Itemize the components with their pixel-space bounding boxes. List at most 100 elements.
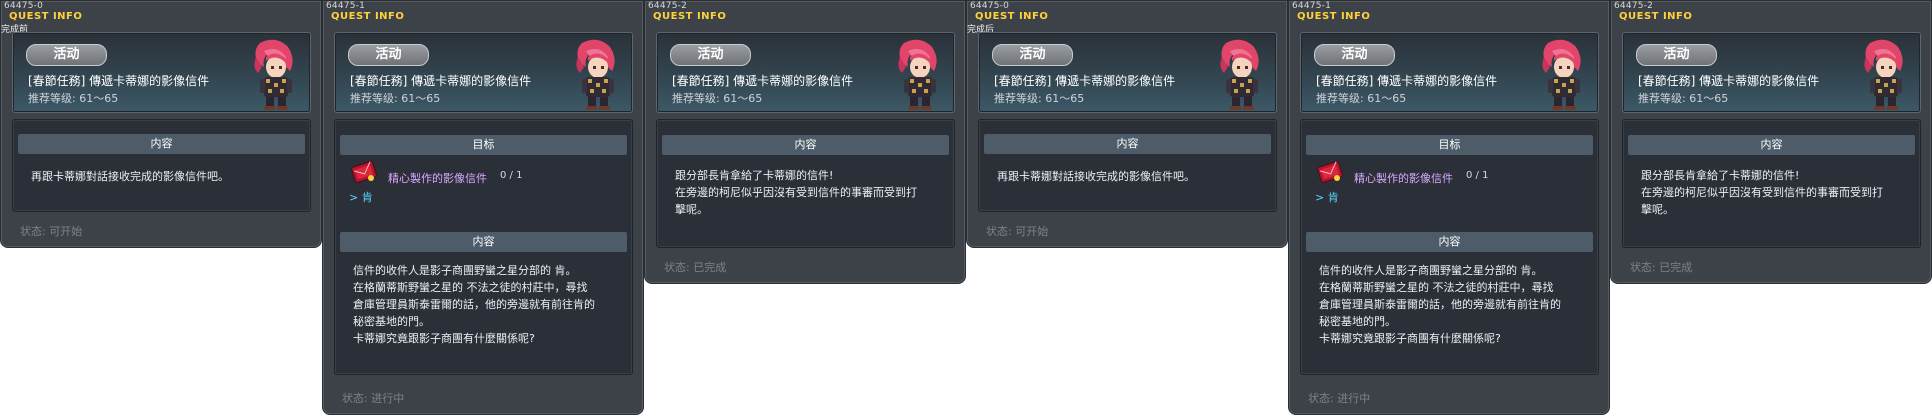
content-line: 信件的收件人是影子商團野蠻之星分部的 肯。 — [1319, 264, 1543, 277]
quest-panel: 64475-2 QUEST INFO 活动 [春節任務] 傳遞卡蒂娜的影像信件 … — [644, 0, 966, 284]
category-badge: 活动 — [1636, 44, 1717, 66]
quest-name: [春節任務] 傳遞卡蒂娜的影像信件 — [350, 74, 532, 88]
content-line: 信件的收件人是影子商團野蠻之星分部的 肯。 — [353, 264, 577, 277]
content-text: 再跟卡蒂娜對話接收完成的影像信件吧。 — [997, 168, 1267, 185]
goal-item-count: 0 / 1 — [1466, 170, 1489, 181]
quest-header: 活动 [春節任務] 傳遞卡蒂娜的影像信件 推荐等级: 61～65 — [12, 32, 311, 113]
quest-panel: 64475-0 QUEST INFO 完成后 活动 [春節任務] 傳遞卡蒂娜的影… — [966, 0, 1288, 248]
quest-header: 活动 [春節任務] 傳遞卡蒂娜的影像信件 推荐等级: 61～65 — [334, 32, 633, 113]
status-label: 状态: — [1308, 392, 1334, 405]
quest-status: 状态: 进行中 — [1308, 390, 1370, 406]
content-heading: 内容 — [1628, 135, 1915, 155]
content-line: 在格蘭蒂斯野蠻之星的 不法之徒的村莊中，尋找 — [1319, 281, 1554, 294]
goal-npc: > 肯 — [1315, 191, 1339, 204]
quest-header: 活动 [春節任務] 傳遞卡蒂娜的影像信件 推荐等级: 61～65 — [1300, 32, 1599, 113]
quest-name: [春節任務] 傳遞卡蒂娜的影像信件 — [1316, 74, 1498, 88]
level-range: 61～65 — [1689, 92, 1729, 105]
content-line: 倉庫管理員斯泰雷爾的話，他的旁邊就有前往肯的 — [1319, 298, 1561, 311]
quest-status: 状态: 可开始 — [986, 223, 1048, 239]
status-label: 状态: — [1630, 261, 1656, 274]
panel-title: QUEST INFO — [9, 11, 83, 22]
level-label: 推荐等级: — [28, 92, 76, 105]
content-box: 目标 精心製作的影像信件 0 / 1 > 肯 内容 信件的收件人是影子商團野蠻之… — [334, 119, 633, 375]
level-label: 推荐等级: — [1316, 92, 1364, 105]
character-portrait-icon — [254, 39, 293, 110]
level-label: 推荐等级: — [1638, 92, 1686, 105]
level-range: 61～65 — [1367, 92, 1407, 105]
level-range: 61～65 — [79, 92, 119, 105]
quest-id: 64475-0 — [4, 1, 44, 11]
content-text: 再跟卡蒂娜對話接收完成的影像信件吧。 — [31, 168, 301, 185]
recommended-level: 推荐等级: 61～65 — [1316, 90, 1406, 106]
status-value: 进行中 — [1337, 392, 1371, 405]
recommended-level: 推荐等级: 61～65 — [994, 90, 1084, 106]
quest-id: 64475-2 — [1614, 1, 1654, 11]
panel-title: QUEST INFO — [331, 11, 405, 22]
content-heading: 内容 — [662, 135, 949, 155]
quest-status: 状态: 进行中 — [342, 390, 404, 406]
content-text: 信件的收件人是影子商團野蠻之星分部的 肯。 在格蘭蒂斯野蠻之星的 不法之徒的村莊… — [353, 262, 623, 347]
content-line: 跟分部長肯拿給了卡蒂娜的信件! — [675, 169, 834, 182]
character-portrait-icon — [576, 39, 615, 110]
quest-name: [春節任務] 傳遞卡蒂娜的影像信件 — [1638, 74, 1820, 88]
status-value: 可开始 — [1015, 225, 1049, 238]
category-badge: 活动 — [26, 44, 107, 66]
quest-id: 64475-1 — [326, 1, 366, 11]
quest-name: [春節任務] 傳遞卡蒂娜的影像信件 — [28, 74, 210, 88]
content-line: 跟分部長肯拿給了卡蒂娜的信件! — [1641, 169, 1800, 182]
content-line: 秘密基地的門。 — [353, 315, 430, 328]
quest-status: 状态: 可开始 — [20, 223, 82, 239]
quest-header: 活动 [春節任務] 傳遞卡蒂娜的影像信件 推荐等级: 61～65 — [1622, 32, 1921, 113]
status-label: 状态: — [986, 225, 1012, 238]
content-heading: 内容 — [340, 232, 627, 252]
recommended-level: 推荐等级: 61～65 — [350, 90, 440, 106]
content-line: 擊呢。 — [675, 203, 708, 216]
content-line: 擊呢。 — [1641, 203, 1674, 216]
quest-header: 活动 [春節任務] 傳遞卡蒂娜的影像信件 推荐等级: 61～65 — [978, 32, 1277, 113]
status-label: 状态: — [664, 261, 690, 274]
status-label: 状态: — [20, 225, 46, 238]
goal-item-name: 精心製作的影像信件 — [1354, 172, 1453, 185]
content-line: 秘密基地的門。 — [1319, 315, 1396, 328]
quest-name: [春節任務] 傳遞卡蒂娜的影像信件 — [672, 74, 854, 88]
status-value: 已完成 — [1659, 261, 1693, 274]
content-text: 跟分部長肯拿給了卡蒂娜的信件! 在旁邊的柯尼似乎因沒有受到信件的事審而受到打 擊… — [675, 167, 945, 218]
status-label: 状态: — [342, 392, 368, 405]
content-box: 内容 再跟卡蒂娜對話接收完成的影像信件吧。 — [12, 119, 311, 212]
level-label: 推荐等级: — [350, 92, 398, 105]
content-box: 目标 精心製作的影像信件 0 / 1 > 肯 内容 信件的收件人是影子商團野蠻之… — [1300, 119, 1599, 375]
category-badge: 活动 — [992, 44, 1073, 66]
goal-heading: 目标 — [1306, 135, 1593, 155]
panel-title: QUEST INFO — [653, 11, 727, 22]
quest-panel: 64475-1 QUEST INFO 活动 [春節任務] 傳遞卡蒂娜的影像信件 … — [322, 0, 644, 415]
level-range: 61～65 — [401, 92, 441, 105]
content-line: 卡蒂娜究竟跟影子商團有什麼關係呢? — [353, 332, 535, 345]
status-value: 可开始 — [49, 225, 83, 238]
goal-item-count: 0 / 1 — [500, 170, 523, 181]
goal-npc: > 肯 — [349, 191, 373, 204]
recommended-level: 推荐等级: 61～65 — [672, 90, 762, 106]
quest-status: 状态: 已完成 — [664, 259, 726, 275]
content-line: 再跟卡蒂娜對話接收完成的影像信件吧。 — [997, 170, 1195, 183]
content-box: 内容 再跟卡蒂娜對話接收完成的影像信件吧。 — [978, 119, 1277, 212]
content-box: 内容 跟分部長肯拿給了卡蒂娜的信件! 在旁邊的柯尼似乎因沒有受到信件的事審而受到… — [1622, 119, 1921, 248]
recommended-level: 推荐等级: 61～65 — [28, 90, 118, 106]
letter-item-icon — [1317, 161, 1343, 183]
character-portrait-icon — [1542, 39, 1581, 110]
content-line: 在格蘭蒂斯野蠻之星的 不法之徒的村莊中，尋找 — [353, 281, 588, 294]
level-range: 61～65 — [1045, 92, 1085, 105]
content-line: 在旁邊的柯尼似乎因沒有受到信件的事審而受到打 — [1641, 186, 1883, 199]
quest-name: [春節任務] 傳遞卡蒂娜的影像信件 — [994, 74, 1176, 88]
quest-header: 活动 [春節任務] 傳遞卡蒂娜的影像信件 推荐等级: 61～65 — [656, 32, 955, 113]
content-heading: 内容 — [18, 134, 305, 154]
quest-panel: 64475-0 QUEST INFO 完成前 活动 [春節任務] 傳遞卡蒂娜的影… — [0, 0, 322, 248]
panel-title: QUEST INFO — [1297, 11, 1371, 22]
quest-id: 64475-0 — [970, 1, 1010, 11]
content-heading: 内容 — [1306, 232, 1593, 252]
content-text: 跟分部長肯拿給了卡蒂娜的信件! 在旁邊的柯尼似乎因沒有受到信件的事審而受到打 擊… — [1641, 167, 1911, 218]
status-value: 进行中 — [371, 392, 405, 405]
category-badge: 活动 — [1314, 44, 1395, 66]
goal-heading: 目标 — [340, 135, 627, 155]
panel-title: QUEST INFO — [1619, 11, 1693, 22]
character-portrait-icon — [898, 39, 937, 110]
